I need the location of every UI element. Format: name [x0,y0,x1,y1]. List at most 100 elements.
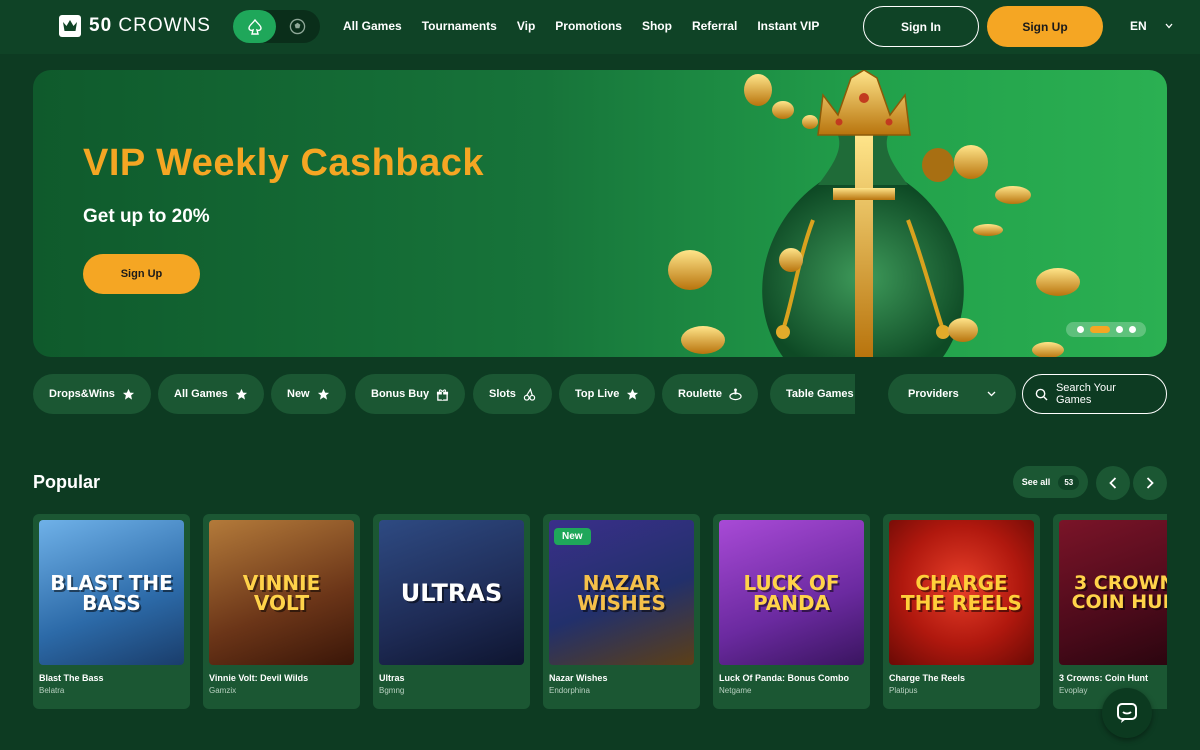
game-card[interactable]: ULTRAS Ultras Bgmng [373,514,530,709]
chat-icon [1117,703,1137,723]
game-provider: Evoplay [1059,686,1088,695]
game-name: Luck Of Panda: Bonus Combo [719,673,850,683]
sports-mode-button[interactable] [276,10,319,43]
chip-label: Roulette [678,388,722,400]
see-all-button[interactable]: See all 53 [1013,466,1088,498]
filter-table-games[interactable]: Table Games [770,374,855,414]
chip-label: Bonus Buy [371,388,430,400]
game-art-title: LUCK OF PANDA [743,570,840,615]
carousel-dot[interactable] [1115,326,1123,333]
game-thumbnail[interactable]: VINNIE VOLT [209,520,354,665]
game-provider: Belatra [39,686,65,695]
game-thumbnail[interactable]: ULTRAS [379,520,524,665]
filter-roulette[interactable]: Roulette [662,374,758,414]
carousel-dot[interactable] [1128,326,1136,333]
providers-label: Providers [908,388,959,400]
game-art-title: CHARGE THE REELS [901,570,1022,615]
chip-label: Table Games [786,388,854,400]
filter-drops-wins[interactable]: Drops&Wins [33,374,151,414]
game-card[interactable]: NAZAR WISHES New Nazar Wishes Endorphina [543,514,700,709]
promo-banner[interactable]: VIP Weekly Cashback Get up to 20% Sign U… [33,70,1167,357]
carousel-next-button[interactable] [1133,466,1167,500]
filter-top-live[interactable]: Top Live [559,374,656,414]
game-thumbnail[interactable]: NAZAR WISHES New [549,520,694,665]
game-name: Ultras [379,673,405,683]
logo[interactable]: 50 CROWNS [59,15,211,37]
banner-subtitle: Get up to 20% [83,206,210,227]
filter-bonus-buy[interactable]: Bonus Buy [355,374,466,414]
game-name: Vinnie Volt: Devil Wilds [209,673,309,683]
nav-promotions[interactable]: Promotions [555,19,622,33]
search-icon [1035,388,1048,401]
nav-instant-vip[interactable]: Instant VIP [757,19,819,33]
chip-label: Slots [489,388,516,400]
banner-title: VIP Weekly Cashback [83,142,484,184]
sign-in-button[interactable]: Sign In [863,6,979,47]
cherries-icon [523,387,536,401]
game-card[interactable]: BLAST THE BASS Blast The Bass Belatra [33,514,190,709]
game-art-title: 3 CROWNS COIN HUNT [1071,571,1167,613]
star-icon [235,388,247,400]
filter-all-games[interactable]: All Games [158,374,264,414]
game-art-title: NAZAR WISHES [577,570,666,615]
game-name: Nazar Wishes [549,673,608,683]
crown-logo-icon [59,15,81,37]
language-label: EN [1130,19,1147,33]
star-icon [627,388,639,400]
banner-sign-up-button[interactable]: Sign Up [83,254,200,294]
money-bag-crown-illustration [668,70,1080,357]
language-selector[interactable]: EN [1130,19,1173,33]
carousel-prev-button[interactable] [1096,466,1130,500]
game-provider: Netgame [719,686,752,695]
carousel-dot-active[interactable] [1089,326,1110,333]
star-icon [317,388,329,400]
chip-label: Top Live [575,388,620,400]
game-card[interactable]: VINNIE VOLT Vinnie Volt: Devil Wilds Gam… [203,514,360,709]
logo-text: 50 CROWNS [89,15,211,36]
main-nav: All Games Tournaments Vip Promotions Sho… [343,19,839,33]
chip-label: New [287,388,310,400]
section-title-popular: Popular [33,472,101,492]
nav-referral[interactable]: Referral [692,19,737,33]
game-thumbnail[interactable]: CHARGE THE REELS [889,520,1034,665]
casino-mode-button[interactable] [233,10,276,43]
nav-vip[interactable]: Vip [517,19,535,33]
game-card[interactable]: LUCK OF PANDA Luck Of Panda: Bonus Combo… [713,514,870,709]
game-thumbnail[interactable]: LUCK OF PANDA [719,520,864,665]
providers-dropdown[interactable]: Providers [888,374,1016,414]
new-badge: New [554,528,591,545]
popular-games-carousel: BLAST THE BASS Blast The Bass Belatra VI… [33,514,1167,709]
filter-new[interactable]: New [271,374,346,414]
game-art-title: ULTRAS [400,578,503,607]
mode-toggle[interactable] [233,10,320,43]
game-thumbnail[interactable]: BLAST THE BASS [39,520,184,665]
chevron-right-icon [1146,477,1154,489]
game-provider: Bgmng [379,686,405,695]
game-thumbnail[interactable]: 3 CROWNS COIN HUNT [1059,520,1167,665]
nav-all-games[interactable]: All Games [343,19,402,33]
game-count-badge: 53 [1058,474,1080,490]
gift-icon [436,388,449,401]
carousel-dot[interactable] [1076,326,1084,333]
game-provider: Platipus [889,686,918,695]
game-art-title: VINNIE VOLT [242,570,321,615]
live-chat-button[interactable] [1102,688,1152,738]
nav-tournaments[interactable]: Tournaments [422,19,497,33]
top-header: 50 CROWNS All Games Tournaments Vip Prom… [0,0,1200,54]
filter-slots[interactable]: Slots [473,374,552,414]
game-name: 3 Crowns: Coin Hunt [1059,673,1148,683]
game-card[interactable]: 3 CROWNS COIN HUNT 3 Crowns: Coin Hunt E… [1053,514,1167,709]
carousel-pagination [1066,322,1146,337]
game-provider: Endorphina [549,686,590,695]
game-card[interactable]: CHARGE THE REELS Charge The Reels Platip… [883,514,1040,709]
category-filters: Drops&Wins All Games New Bonus Buy Slots… [33,374,855,414]
chevron-down-icon [987,391,996,397]
game-provider: Gamzix [209,686,237,695]
search-input[interactable]: Search Your Games [1022,374,1167,414]
chip-label: Drops&Wins [49,388,115,400]
chevron-down-icon [1165,23,1173,29]
sign-up-button[interactable]: Sign Up [987,6,1103,47]
chip-label: All Games [174,388,228,400]
roulette-icon [729,387,742,400]
nav-shop[interactable]: Shop [642,19,672,33]
